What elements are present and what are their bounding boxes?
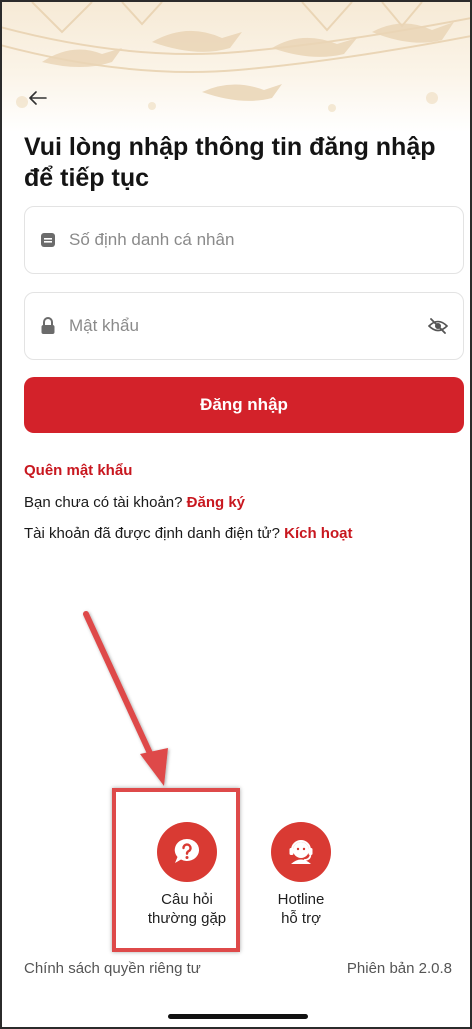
question-chat-icon — [157, 822, 217, 882]
no-account-text: Bạn chưa có tài khoản? — [24, 494, 183, 511]
bronze-drum-pattern — [2, 2, 470, 112]
identified-text: Tài khoản đã được định danh điện tử? — [24, 525, 280, 542]
headset-support-icon — [271, 822, 331, 882]
page-title: Vui lòng nhập thông tin đăng nhập để tiế… — [24, 133, 436, 192]
back-button[interactable] — [24, 86, 52, 110]
eye-off-icon[interactable] — [427, 315, 449, 337]
faq-button[interactable]: Câu hỏi thường gặp — [132, 822, 242, 928]
lock-icon — [39, 317, 57, 335]
hotline-label-line1: Hotline — [277, 891, 325, 908]
forgot-password-link[interactable]: Quên mật khẩu — [24, 462, 132, 479]
app-screen: Vui lòng nhập thông tin đăng nhập để tiế… — [0, 0, 472, 1029]
arrow-left-icon — [29, 91, 47, 105]
privacy-policy-link[interactable]: Chính sách quyền riêng tư — [24, 960, 201, 977]
register-link[interactable]: Đăng ký — [187, 494, 245, 511]
password-input[interactable] — [69, 316, 427, 336]
header-decoration — [2, 2, 470, 132]
login-button[interactable]: Đăng nhập — [24, 377, 464, 433]
id-number-input[interactable] — [69, 230, 449, 250]
hotline-button[interactable]: Hotline hỗ trợ — [246, 822, 356, 928]
id-number-field[interactable] — [24, 206, 464, 274]
faq-label: Câu hỏi thường gặp — [132, 890, 242, 928]
faq-label-line1: Câu hỏi — [161, 891, 213, 908]
faq-label-line2: thường gặp — [147, 910, 227, 927]
version-text: Phiên bản 2.0.8 — [346, 960, 452, 977]
hotline-label-line2: hỗ trợ — [281, 910, 321, 927]
home-indicator — [168, 1014, 308, 1019]
activate-link[interactable]: Kích hoạt — [284, 525, 352, 542]
hotline-label: Hotline hỗ trợ — [246, 890, 356, 928]
register-line: Bạn chưa có tài khoản? Đăng ký — [24, 494, 245, 511]
password-field[interactable] — [24, 292, 464, 360]
id-card-icon — [39, 231, 57, 249]
activate-line: Tài khoản đã được định danh điện tử? Kíc… — [24, 525, 352, 542]
